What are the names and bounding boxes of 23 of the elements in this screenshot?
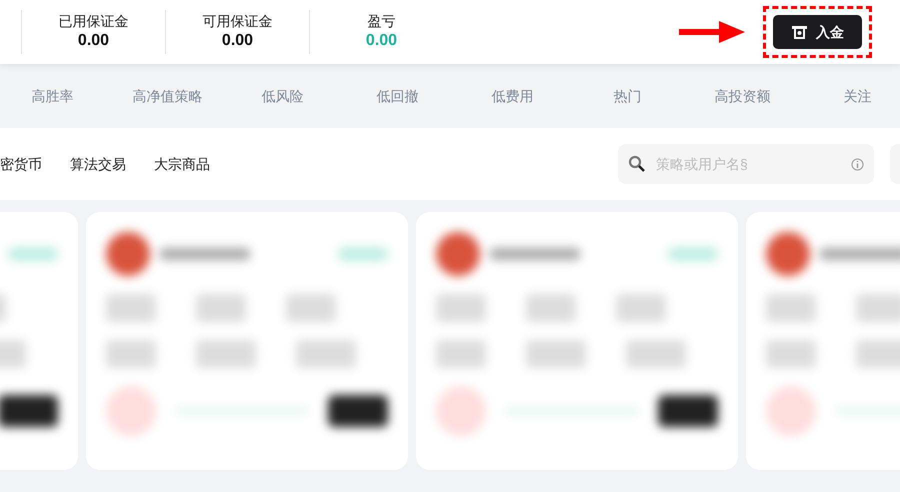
category-tab[interactable]: 高投资额 [714,86,770,106]
filter-tab[interactable]: 算法交易 [70,154,126,174]
filter-tab[interactable]: 大宗商品 [154,154,210,174]
filter-tab[interactable]: 密货币 [0,154,42,174]
search-field[interactable]: 策略或用户名§ [618,144,874,184]
category-tab[interactable]: 低费用 [492,86,534,106]
category-tab[interactable]: 高胜率 [32,86,74,106]
arrow-icon [679,20,745,44]
cash-machine-icon [791,24,808,40]
stat-label: 已用保证金 [58,12,128,30]
stat-label: 盈亏 [368,12,396,30]
stat-value: 0.00 [366,31,398,51]
category-tab[interactable]: 热门 [614,86,642,106]
info-icon[interactable] [851,158,864,171]
category-tab[interactable]: 高净值策略 [132,86,202,106]
stat-label: 可用保证金 [202,12,272,30]
stat-value: 0.00 [222,31,254,51]
category-tab[interactable]: 关注 [844,86,872,106]
category-tab[interactable]: 低回撤 [376,86,418,106]
stat-value: 0.00 [78,31,110,51]
category-tab[interactable]: 低风险 [262,86,304,106]
search-icon [628,155,646,173]
deposit-button[interactable]: 入金 [773,15,862,49]
